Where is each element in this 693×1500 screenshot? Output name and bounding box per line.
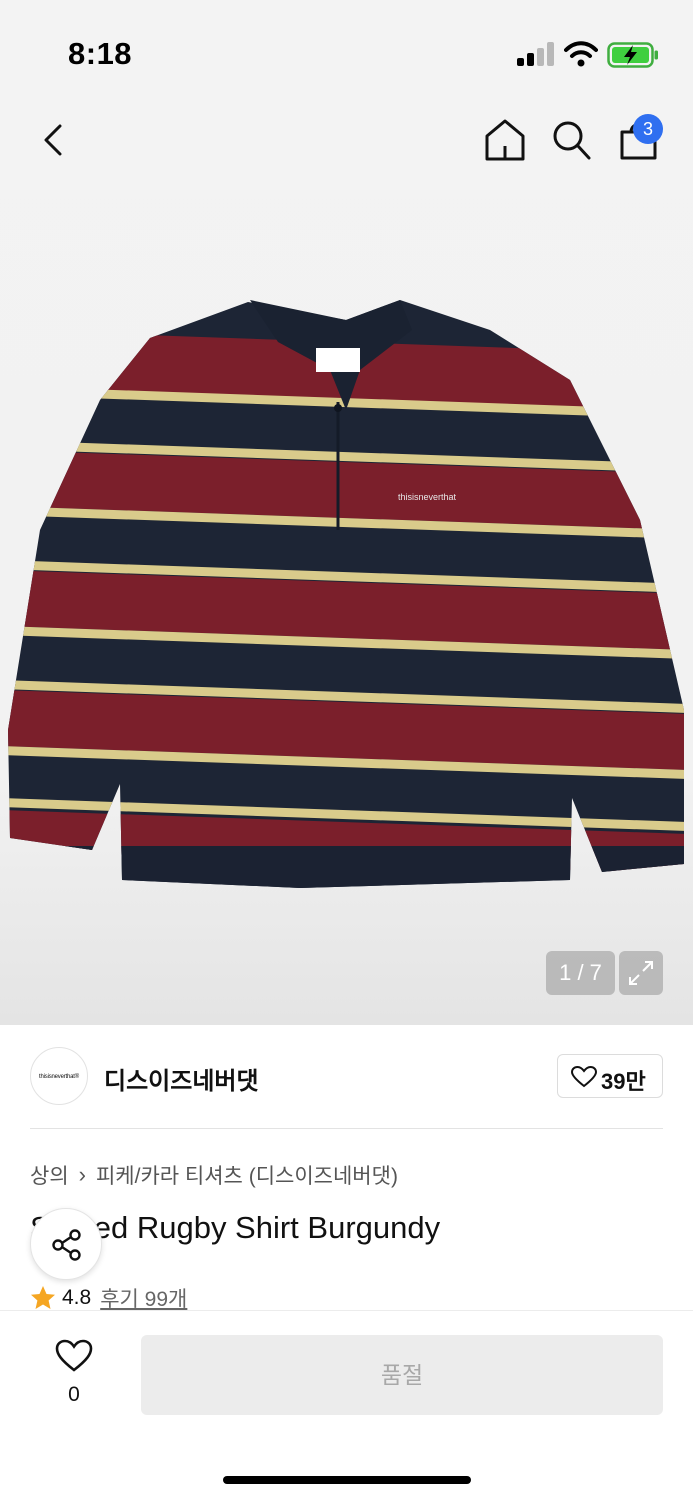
- wifi-icon: [564, 41, 598, 67]
- home-icon: [485, 119, 525, 161]
- cellular-signal-icon: [517, 42, 555, 66]
- rating-row: 4.8 후기 99개: [30, 1283, 187, 1313]
- wishlist-count: 0: [68, 1383, 80, 1406]
- image-pager: 1 / 7: [546, 951, 615, 995]
- shirt-label: [316, 348, 360, 372]
- bottom-action-bar: 0 품절: [0, 1310, 693, 1500]
- brand-like-count: 39만: [601, 1069, 646, 1094]
- svg-text:thisisneverthat: thisisneverthat: [398, 492, 457, 502]
- review-count-link[interactable]: 후기 99개: [100, 1283, 187, 1313]
- brand-like-button[interactable]: 39만: [557, 1054, 663, 1098]
- rating-score: 4.8: [62, 1286, 92, 1309]
- heart-outline-icon: [55, 1339, 93, 1372]
- expand-image-button[interactable]: [619, 951, 663, 995]
- chevron-left-icon: [44, 124, 62, 156]
- brand-name[interactable]: 디스이즈네버댓: [104, 1061, 259, 1096]
- share-icon: [52, 1229, 81, 1261]
- brand-row: thisisneverthat® 디스이즈네버댓 39만: [0, 1025, 693, 1129]
- heart-outline-icon: [571, 1066, 597, 1088]
- breadcrumb: 상의 › 피케/카라 티셔츠 (디스이즈네버댓): [30, 1160, 398, 1190]
- section-divider: [30, 1128, 663, 1129]
- status-time: 8:18: [68, 36, 133, 71]
- breadcrumb-category[interactable]: 상의: [30, 1160, 69, 1190]
- search-button[interactable]: [550, 118, 592, 162]
- product-image-gallery[interactable]: thisisneverthat 3 1 / 7: [0, 0, 693, 1025]
- sold-out-button[interactable]: 품절: [141, 1335, 663, 1415]
- battery-charging-icon: [607, 42, 658, 68]
- status-bar: 8:18: [0, 0, 693, 100]
- wishlist-button[interactable]: 0: [50, 1335, 98, 1409]
- share-button[interactable]: [30, 1208, 102, 1280]
- brand-logo[interactable]: thisisneverthat®: [30, 1047, 88, 1105]
- cart-count-badge: 3: [633, 114, 663, 144]
- home-button[interactable]: [482, 116, 528, 164]
- home-indicator[interactable]: [223, 1476, 471, 1484]
- chevron-right-icon: ›: [78, 1162, 86, 1187]
- breadcrumb-subcategory[interactable]: 피케/카라 티셔츠 (디스이즈네버댓): [96, 1160, 398, 1190]
- search-icon: [553, 121, 591, 160]
- star-icon: [31, 1286, 55, 1309]
- expand-icon: [629, 961, 653, 985]
- product-image[interactable]: thisisneverthat: [0, 290, 693, 900]
- back-button[interactable]: [34, 118, 74, 162]
